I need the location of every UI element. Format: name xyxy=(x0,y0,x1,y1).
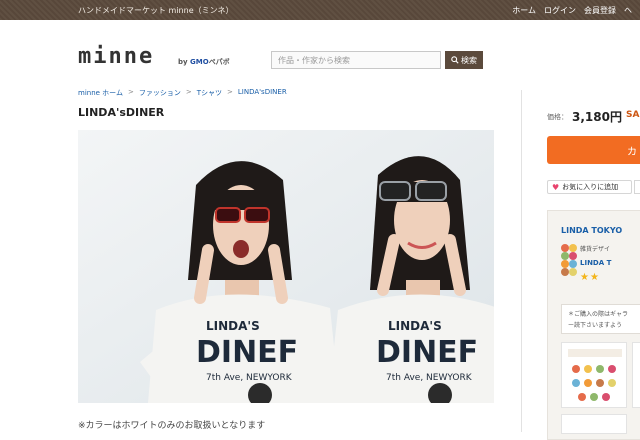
price-value: 3,180円 xyxy=(572,110,622,124)
breadcrumb-home[interactable]: minne ホーム xyxy=(78,88,123,98)
breadcrumb-separator: > xyxy=(227,88,233,96)
product-note: ※カラーはホワイトのみのお取扱いとなります xyxy=(78,421,266,431)
favorite-button-label: お気に入りに追加 xyxy=(562,183,619,191)
register-link[interactable]: 会員登録 xyxy=(584,5,616,16)
shop-link[interactable]: LINDA T xyxy=(580,259,611,267)
help-link[interactable]: ヘ xyxy=(624,5,632,16)
search-input[interactable]: 作品・作家から検索 xyxy=(271,51,441,69)
add-to-cart-button[interactable]: カ xyxy=(547,136,640,164)
login-link[interactable]: ログイン xyxy=(544,5,576,16)
add-to-cart-label: カ xyxy=(627,146,637,158)
product-photo-illustration: LINDA'S DINEF 7th Ave, NEWYORK LINDA'S D… xyxy=(78,130,494,403)
breadcrumb-separator: > xyxy=(185,88,192,96)
breadcrumb-fashion[interactable]: ファッション xyxy=(139,88,181,98)
shop-item-thumbnail[interactable] xyxy=(561,414,627,434)
rating-stars: ★★ xyxy=(580,272,600,283)
shop-avatar[interactable] xyxy=(561,244,577,284)
gmo-brand: GMO xyxy=(190,58,209,66)
favorite-count xyxy=(634,180,640,194)
site-name: ハンドメイドマーケット minne（ミンネ） xyxy=(78,5,234,15)
shop-item-thumbnail[interactable] xyxy=(561,342,627,408)
shirt-text-right-3: 7th Ave, NEWYORK xyxy=(386,373,473,383)
top-links: ホーム ログイン 会員登録 ヘ xyxy=(512,0,632,20)
price-suffix: SALE xyxy=(626,110,640,120)
shirt-text-right-1: LINDA'S xyxy=(388,319,442,333)
breadcrumb-separator: > xyxy=(127,88,134,96)
column-divider xyxy=(521,90,522,432)
favorite-button[interactable]: ♥ お気に入りに追加 xyxy=(547,180,632,194)
breadcrumb: minne ホーム > ファッション > Tシャツ > LINDA'sDINER xyxy=(78,88,287,98)
byline-prefix: by xyxy=(178,58,191,66)
shop-notice: ＊ご購入の際はギャラ ー読下さいますよう xyxy=(561,304,640,334)
price-label: 価格： xyxy=(547,113,568,121)
shop-notice-line-1: ＊ご購入の際はギャラ xyxy=(568,311,629,318)
product-photo[interactable]: LINDA'S DINEF 7th Ave, NEWYORK LINDA'S D… xyxy=(78,130,494,403)
search-icon xyxy=(451,56,459,64)
shop-item-thumbnail[interactable] xyxy=(632,342,640,408)
shirt-text-right-2: DINEF xyxy=(376,335,478,370)
shirt-text-left-3: 7th Ave, NEWYORK xyxy=(206,373,293,383)
byline: by GMOペパボ xyxy=(178,57,230,67)
product-title: LINDA'sDINER xyxy=(78,106,165,119)
thumbnail-illustration xyxy=(562,343,626,407)
minne-logo[interactable]: minne xyxy=(78,44,154,69)
breadcrumb-tshirt[interactable]: Tシャツ xyxy=(197,88,222,98)
shop-name[interactable]: LINDA TOKYO xyxy=(561,226,622,235)
shop-subtitle: 雑貨デザイ xyxy=(580,246,611,253)
top-bar: ハンドメイドマーケット minne（ミンネ） ホーム ログイン 会員登録 ヘ xyxy=(0,0,640,20)
shop-notice-line-2: ー読下さいますよう xyxy=(568,322,623,329)
search-button[interactable]: 検索 xyxy=(445,51,483,69)
shirt-text-left-1: LINDA'S xyxy=(206,319,260,333)
breadcrumb-current[interactable]: LINDA'sDINER xyxy=(238,88,287,98)
home-link[interactable]: ホーム xyxy=(512,5,536,16)
search-button-label: 検索 xyxy=(461,55,477,65)
shirt-text-left-2: DINEF xyxy=(196,335,298,370)
pepabo-brand: ペパボ xyxy=(208,58,230,66)
heart-icon: ♥ xyxy=(552,182,560,192)
